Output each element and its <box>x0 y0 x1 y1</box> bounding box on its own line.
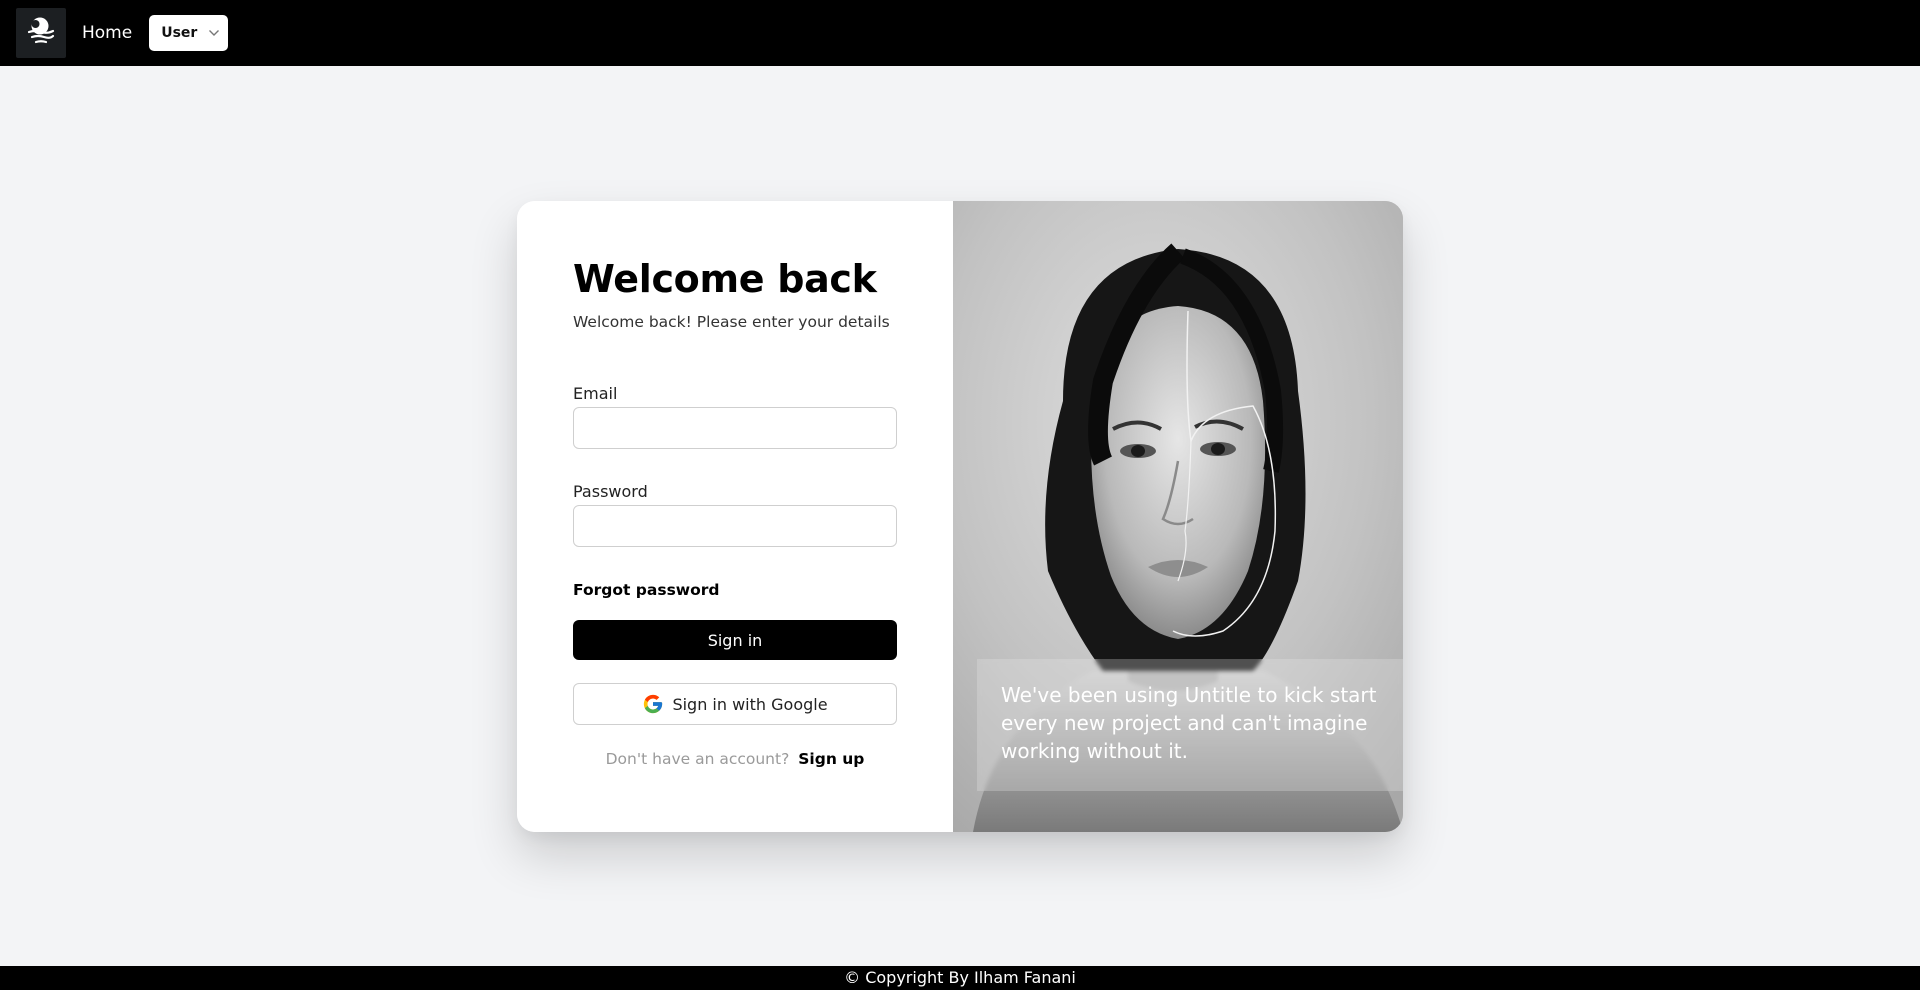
chevron-down-icon <box>208 29 220 37</box>
footer: © Copyright By Ilham Fanani <box>0 966 1920 990</box>
user-dropdown[interactable]: User <box>149 15 229 51</box>
page-title: Welcome back <box>573 257 877 301</box>
logo[interactable] <box>16 8 66 58</box>
nav-home-link[interactable]: Home <box>82 23 132 43</box>
page-subtitle: Welcome back! Please enter your details <box>573 313 890 331</box>
forgot-password-link[interactable]: Forgot password <box>573 581 720 599</box>
testimonial-quote-box: We've been using Untitle to kick start e… <box>977 659 1403 791</box>
google-icon <box>642 693 664 715</box>
email-field[interactable] <box>573 407 897 449</box>
email-label: Email <box>573 384 618 403</box>
footer-copyright: © Copyright By Ilham Fanani <box>844 968 1076 987</box>
moon-cloud-logo-icon <box>25 15 57 51</box>
sign-up-link[interactable]: Sign up <box>798 750 864 768</box>
login-card: Welcome back Welcome back! Please enter … <box>517 201 1403 832</box>
login-form-panel: Welcome back Welcome back! Please enter … <box>517 201 953 832</box>
user-dropdown-label: User <box>161 25 198 41</box>
google-sign-in-label: Sign in with Google <box>672 694 828 714</box>
top-navbar: Home User <box>0 0 1920 66</box>
sign-in-button[interactable]: Sign in <box>573 620 897 660</box>
testimonial-quote: We've been using Untitle to kick start e… <box>1001 683 1377 763</box>
google-sign-in-button[interactable]: Sign in with Google <box>573 683 897 725</box>
signup-prompt: Don't have an account? <box>605 750 790 768</box>
hero-image-panel: We've been using Untitle to kick start e… <box>953 201 1403 832</box>
password-field[interactable] <box>573 505 897 547</box>
signup-row: Don't have an account? Sign up <box>573 750 897 768</box>
password-label: Password <box>573 482 648 501</box>
